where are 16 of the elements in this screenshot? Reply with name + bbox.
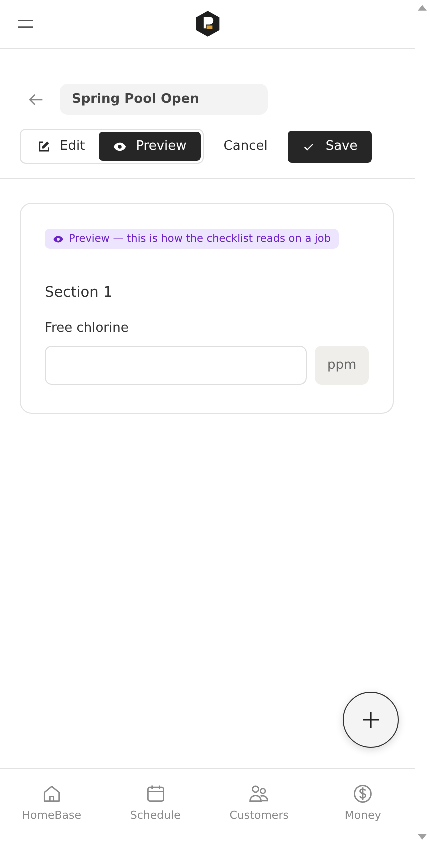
preview-tab[interactable]: Preview xyxy=(99,132,201,161)
logo-icon[interactable] xyxy=(194,10,222,38)
banner-text: Preview — this is how the checklist reads on a job xyxy=(69,233,331,245)
section-title: Section 1 xyxy=(45,285,114,301)
people-icon xyxy=(248,782,270,804)
input-field[interactable] xyxy=(45,346,308,385)
eye-icon xyxy=(53,234,64,244)
save-button[interactable]: Save xyxy=(288,130,372,162)
title-field[interactable]: Spring Pool Open xyxy=(60,84,268,115)
add-button[interactable] xyxy=(343,692,399,748)
unit-label: ppm xyxy=(315,346,369,385)
cancel-button[interactable]: Cancel xyxy=(214,131,278,162)
field-label: Free chlorine xyxy=(45,321,130,336)
dollar-icon xyxy=(352,782,374,804)
edit-tab[interactable]: Edit xyxy=(23,132,100,161)
pencil-icon xyxy=(37,140,51,154)
